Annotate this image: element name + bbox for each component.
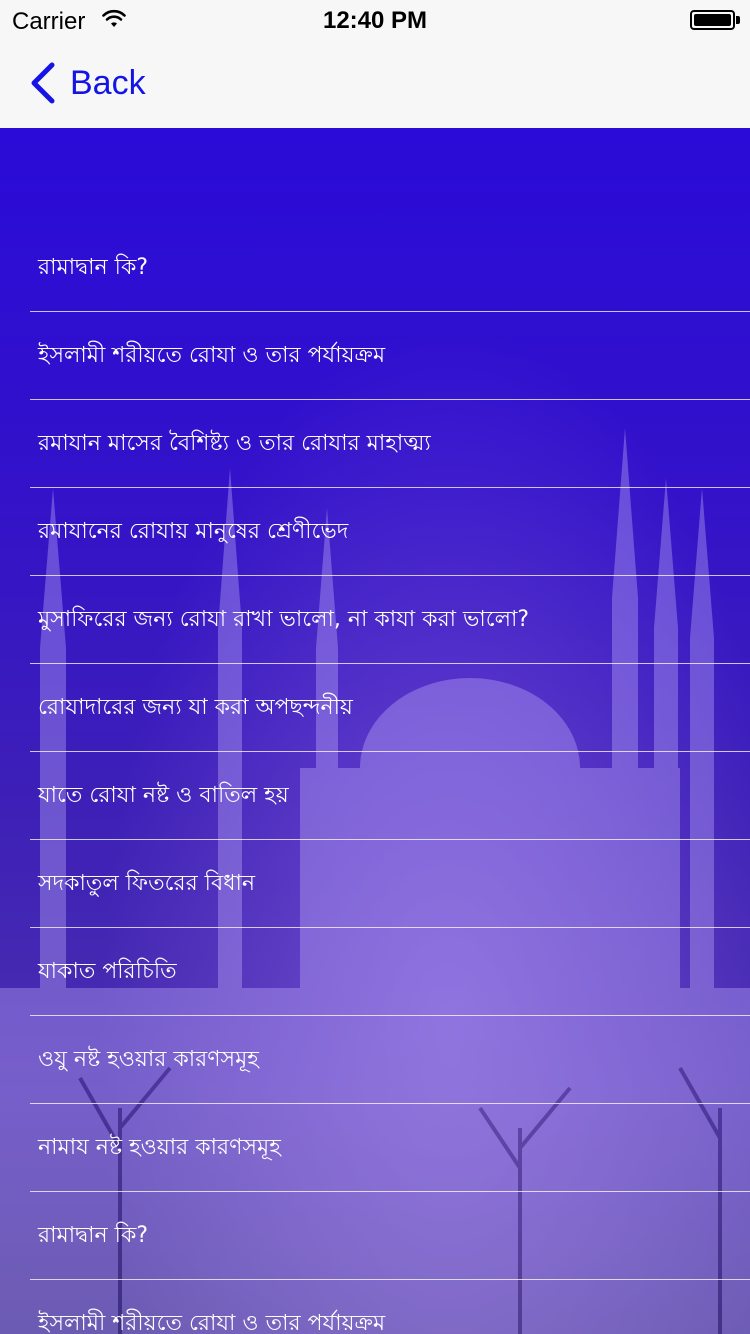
list-item-label: রমাযান মাসের বৈশিষ্ট্য ও তার রোযার মাহাত… [38, 431, 431, 456]
chevron-left-icon [31, 62, 55, 104]
list-item[interactable]: ইসলামী শরীয়তে রোযা ও তার পর্যায়ক্রম [0, 312, 750, 400]
list-item[interactable]: ওযু নষ্ট হওয়ার কারণসমূহ [0, 1016, 750, 1104]
list-item-label: রামাদ্বান কি? [38, 1223, 149, 1248]
list-item-label: ইসলামী শরীয়তে রোযা ও তার পর্যায়ক্রম [38, 1311, 386, 1334]
list-item[interactable]: যাতে রোযা নষ্ট ও বাতিল হয় [0, 752, 750, 840]
list-item[interactable]: রমাযানের রোযায় মানুষের শ্রেণীভেদ [0, 488, 750, 576]
list-item[interactable]: ইসলামী শরীয়তে রোযা ও তার পর্যায়ক্রম [0, 1280, 750, 1334]
topics-list-screen[interactable]: রামাদ্বান কি? ইসলামী শরীয়তে রোযা ও তার … [0, 128, 750, 1334]
list-item[interactable]: রমাযান মাসের বৈশিষ্ট্য ও তার রোযার মাহাত… [0, 400, 750, 488]
list-item-label: নামায নষ্ট হওয়ার কারণসমূহ [38, 1135, 281, 1160]
clock: 12:40 PM [322, 7, 428, 34]
list-item-label: ইসলামী শরীয়তে রোযা ও তার পর্যায়ক্রম [38, 343, 386, 368]
list-item-label: ওযু নষ্ট হওয়ার কারণসমূহ [38, 1047, 259, 1072]
list-item[interactable]: নামায নষ্ট হওয়ার কারণসমূহ [0, 1104, 750, 1192]
list-item[interactable]: রোযাদারের জন্য যা করা অপছন্দনীয় [0, 664, 750, 752]
back-label: Back [70, 63, 146, 102]
list-item[interactable]: সদকাতুল ফিতরের বিধান [0, 840, 750, 928]
list-item[interactable]: রামাদ্বান কি? [0, 1192, 750, 1280]
list-item-label: যাকাত পরিচিতি [38, 959, 177, 984]
list-item-label: যাতে রোযা নষ্ট ও বাতিল হয় [38, 783, 289, 808]
back-button[interactable]: Back [28, 58, 146, 108]
list-item[interactable]: যাকাত পরিচিতি [0, 928, 750, 1016]
list-item-label: মুসাফিরের জন্য রোযা রাখা ভালো, না কাযা ক… [38, 607, 530, 632]
list-item[interactable]: মুসাফিরের জন্য রোযা রাখা ভালো, না কাযা ক… [0, 576, 750, 664]
list-item[interactable]: রামাদ্বান কি? [0, 224, 750, 312]
topics-list: রামাদ্বান কি? ইসলামী শরীয়তে রোযা ও তার … [0, 224, 750, 1334]
status-bar: Carrier 12:40 PM [0, 0, 750, 40]
navigation-bar: Back [0, 40, 750, 128]
list-item-label: রমাযানের রোযায় মানুষের শ্রেণীভেদ [38, 519, 349, 544]
list-item-label: সদকাতুল ফিতরের বিধান [38, 871, 256, 896]
battery-icon [690, 10, 740, 30]
list-item-label: রোযাদারের জন্য যা করা অপছন্দনীয় [38, 695, 353, 720]
list-item-label: রামাদ্বান কি? [38, 255, 149, 280]
